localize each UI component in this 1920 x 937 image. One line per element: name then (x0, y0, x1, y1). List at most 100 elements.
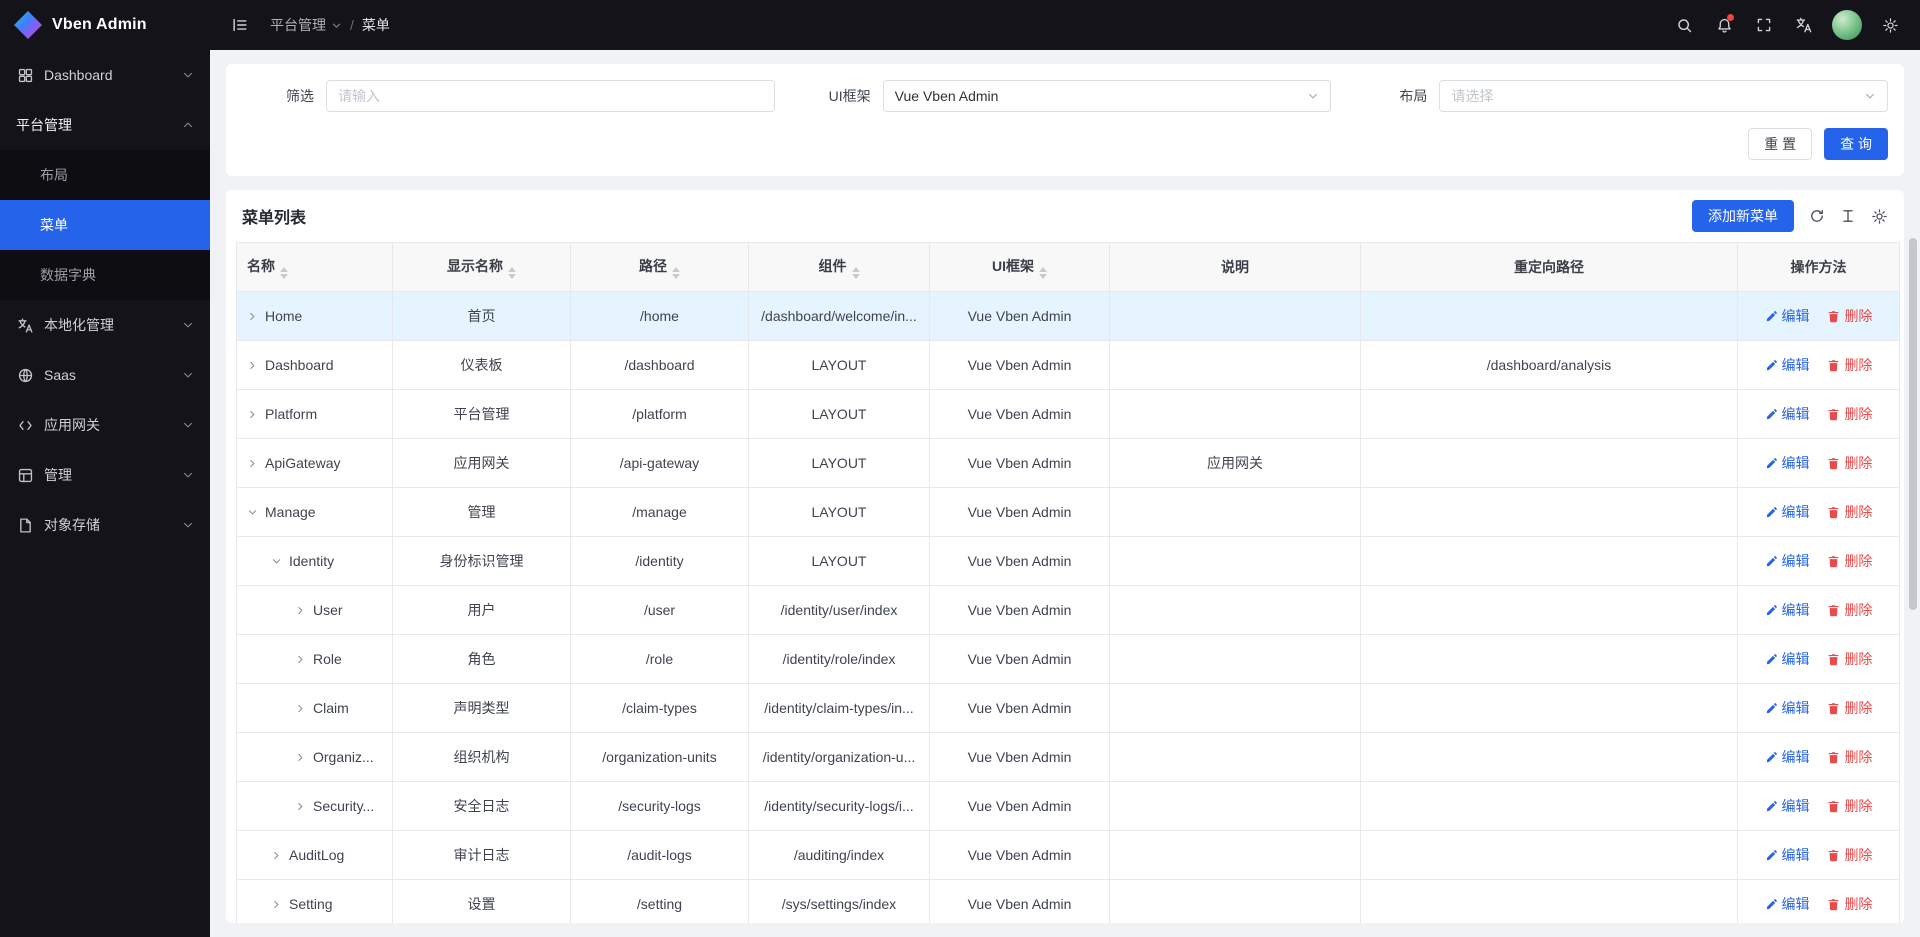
column-header-display[interactable]: 显示名称 (393, 243, 571, 292)
tree-expand-icon[interactable] (271, 899, 282, 910)
app-root: Vben Admin Dashboard 平台管理 布局 菜单 数据字典 本地化… (0, 0, 1920, 937)
row-name-label: Platform (265, 406, 317, 422)
sidebar-item-5[interactable]: 管理 (0, 450, 210, 500)
settings-gear-icon[interactable] (1874, 9, 1906, 41)
delete-button[interactable]: 删除 (1827, 355, 1872, 375)
sidebar-collapse-icon[interactable] (224, 9, 256, 41)
fullscreen-icon[interactable] (1748, 9, 1780, 41)
layout-select[interactable]: 请选择 (1439, 80, 1888, 112)
cell-display-name: 首页 (393, 292, 571, 341)
column-header-path[interactable]: 路径 (571, 243, 749, 292)
ui-framework-select[interactable]: Vue Vben Admin (883, 80, 1332, 112)
table-row: Role 角色 /role /identity/role/index Vue V… (237, 635, 1900, 684)
delete-button[interactable]: 删除 (1827, 306, 1872, 326)
tree-expand-icon[interactable] (247, 311, 258, 322)
sort-icon[interactable] (672, 267, 680, 279)
row-name-label: Role (313, 651, 342, 667)
edit-button[interactable]: 编辑 (1765, 306, 1810, 326)
table-row: User 用户 /user /identity/user/index Vue V… (237, 586, 1900, 635)
column-header-name[interactable]: 名称 (237, 243, 393, 292)
sidebar-item-6[interactable]: 对象存储 (0, 500, 210, 550)
edit-button[interactable]: 编辑 (1765, 453, 1810, 473)
sidebar-subitem-1-0[interactable]: 布局 (0, 150, 210, 200)
add-menu-button[interactable]: 添加新菜单 (1692, 200, 1794, 232)
sort-icon[interactable] (852, 267, 860, 279)
tree-expand-icon[interactable] (247, 409, 258, 420)
notification-bell-icon[interactable] (1708, 9, 1740, 41)
edit-button[interactable]: 编辑 (1765, 796, 1810, 816)
delete-button[interactable]: 删除 (1827, 551, 1872, 571)
sidebar-item-label: 对象存储 (44, 515, 172, 535)
edit-button[interactable]: 编辑 (1765, 502, 1810, 522)
delete-button[interactable]: 删除 (1827, 845, 1872, 865)
cell-description (1110, 586, 1361, 635)
keyword-input[interactable] (326, 80, 775, 112)
sort-icon[interactable] (508, 267, 516, 279)
tree-expand-icon[interactable] (247, 458, 258, 469)
search-button[interactable]: 查 询 (1824, 128, 1888, 160)
sidebar-item-0[interactable]: Dashboard (0, 50, 210, 100)
edit-button[interactable]: 编辑 (1765, 600, 1810, 620)
delete-button[interactable]: 删除 (1827, 404, 1872, 424)
reset-button[interactable]: 重 置 (1748, 128, 1812, 160)
column-header-component[interactable]: 组件 (749, 243, 930, 292)
edit-button[interactable]: 编辑 (1765, 404, 1810, 424)
sidebar-item-1[interactable]: 平台管理 (0, 100, 210, 150)
sidebar-item-label: 应用网关 (44, 415, 172, 435)
tree-expand-icon[interactable] (295, 752, 306, 763)
sidebar-item-2[interactable]: 本地化管理 (0, 300, 210, 350)
edit-button[interactable]: 编辑 (1765, 747, 1810, 767)
breadcrumb-current: 菜单 (362, 15, 390, 35)
delete-button[interactable]: 删除 (1827, 747, 1872, 767)
breadcrumb-parent[interactable]: 平台管理 (270, 15, 342, 35)
sidebar-item-3[interactable]: Saas (0, 350, 210, 400)
tree-expand-icon[interactable] (295, 703, 306, 714)
filter-actions: 重 置 查 询 (242, 128, 1888, 160)
row-height-icon[interactable] (1840, 208, 1856, 224)
language-icon[interactable] (1788, 9, 1820, 41)
delete-button[interactable]: 删除 (1827, 502, 1872, 522)
delete-button[interactable]: 删除 (1827, 894, 1872, 914)
cell-description (1110, 880, 1361, 924)
delete-button[interactable]: 删除 (1827, 600, 1872, 620)
cell-path: /home (571, 292, 749, 341)
tree-expand-icon[interactable] (247, 360, 258, 371)
edit-button[interactable]: 编辑 (1765, 355, 1810, 375)
manage-icon (16, 467, 34, 484)
delete-button[interactable]: 删除 (1827, 796, 1872, 816)
tree-collapse-icon[interactable] (247, 507, 258, 518)
user-avatar[interactable] (1832, 10, 1862, 40)
cell-component: /sys/settings/index (749, 880, 930, 924)
tree-expand-icon[interactable] (295, 654, 306, 665)
sidebar-subitem-1-2[interactable]: 数据字典 (0, 250, 210, 300)
edit-button[interactable]: 编辑 (1765, 894, 1810, 914)
cell-ui-framework: Vue Vben Admin (930, 341, 1110, 390)
column-settings-icon[interactable] (1871, 208, 1888, 225)
tree-expand-icon[interactable] (271, 850, 282, 861)
edit-button[interactable]: 编辑 (1765, 649, 1810, 669)
row-name-label: AuditLog (289, 847, 344, 863)
chevron-up-icon (182, 119, 194, 131)
sort-icon[interactable] (280, 267, 288, 279)
sidebar-item-4[interactable]: 应用网关 (0, 400, 210, 450)
logo[interactable]: Vben Admin (0, 0, 210, 50)
tree-collapse-icon[interactable] (271, 556, 282, 567)
refresh-icon[interactable] (1809, 208, 1825, 224)
cell-redirect-path (1361, 537, 1738, 586)
search-icon[interactable] (1668, 9, 1700, 41)
edit-button[interactable]: 编辑 (1765, 698, 1810, 718)
tree-expand-icon[interactable] (295, 605, 306, 616)
sort-icon[interactable] (1039, 267, 1047, 279)
edit-button[interactable]: 编辑 (1765, 551, 1810, 571)
column-header-ui[interactable]: UI框架 (930, 243, 1110, 292)
cell-display-name: 平台管理 (393, 390, 571, 439)
delete-button[interactable]: 删除 (1827, 453, 1872, 473)
sidebar-subitem-1-1[interactable]: 菜单 (0, 200, 210, 250)
cell-description (1110, 341, 1361, 390)
tree-expand-icon[interactable] (295, 801, 306, 812)
scrollbar-thumb[interactable] (1909, 238, 1917, 610)
delete-button[interactable]: 删除 (1827, 649, 1872, 669)
delete-button[interactable]: 删除 (1827, 698, 1872, 718)
edit-button[interactable]: 编辑 (1765, 845, 1810, 865)
logo-icon (14, 11, 42, 39)
